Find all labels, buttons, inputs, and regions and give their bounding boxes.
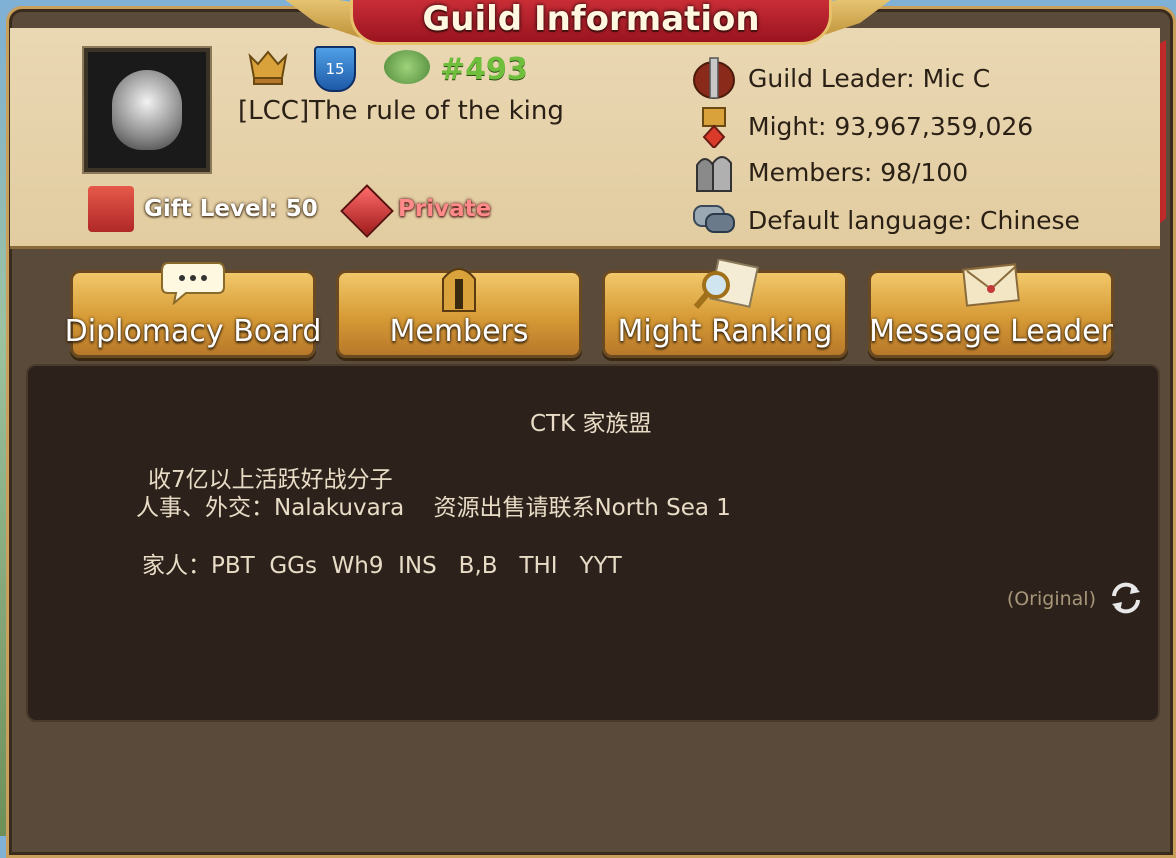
original-label: (Original): [1006, 588, 1096, 610]
rank-crown-icon: [248, 50, 288, 85]
might-ranking-button[interactable]: Might Ranking: [602, 259, 848, 358]
announcement-heading: CTK 家族盟: [530, 411, 652, 437]
language-row: Default language: Chinese: [690, 200, 1080, 240]
message-leader-label: Message Leader: [869, 314, 1113, 349]
members-icon: [690, 152, 738, 192]
guild-might: Might: 93,967,359,026: [748, 111, 1034, 141]
leader-row: Guild Leader: Mic C: [690, 57, 991, 99]
gift-icon: [88, 186, 134, 232]
diplomacy-board-button[interactable]: Diplomacy Board: [65, 262, 321, 358]
might-row: Might: 93,967,359,026: [690, 106, 1034, 148]
members-label: Members: [389, 314, 529, 349]
lion-emblem: [112, 70, 182, 150]
announcement-line-3: 家人：PBT GGs Wh9 INS B,B THI YYT: [142, 553, 622, 579]
magnifier-icon: [693, 259, 759, 309]
might-icon: [690, 106, 738, 148]
helmet-icon: [442, 268, 476, 312]
gift-level: Gift Level: 50: [144, 196, 318, 222]
diplomacy-board-label: Diplomacy Board: [64, 314, 322, 349]
language-chat-icon: [690, 200, 738, 240]
default-language: Default language: Chinese: [748, 205, 1080, 235]
guild-level: 15: [325, 60, 345, 78]
guild-rank: #493: [440, 52, 528, 87]
message-leader-button[interactable]: Message Leader: [868, 263, 1114, 358]
might-ranking-label: Might Ranking: [617, 314, 833, 349]
page-title: Guild Information: [422, 0, 760, 39]
guild-members: Members: 98/100: [748, 157, 969, 187]
members-button[interactable]: Members: [336, 268, 582, 358]
guild-name: [LCC]The rule of the king: [238, 96, 564, 126]
guild-emblem-icon[interactable]: [84, 48, 210, 172]
privacy-status: Private: [398, 196, 492, 222]
tree-icon: [384, 50, 430, 84]
leader-icon: [690, 57, 738, 99]
announcement-line-2: 人事、外交：Nalakuvara 资源出售请联系North Sea 1: [136, 495, 731, 521]
envelope-icon: [962, 263, 1020, 307]
title-banner: Guild Information: [350, 0, 832, 45]
members-row: Members: 98/100: [690, 152, 968, 192]
guild-announcement-board: CTK 家族盟 收7亿以上活跃好战分子 人事、外交：Nalakuvara 资源出…: [26, 364, 1160, 722]
chat-bubble-icon: [161, 262, 225, 305]
guild-leader: Guild Leader: Mic C: [748, 63, 991, 93]
level-shield-icon: 15: [314, 46, 356, 92]
refresh-icon[interactable]: [1108, 580, 1144, 616]
